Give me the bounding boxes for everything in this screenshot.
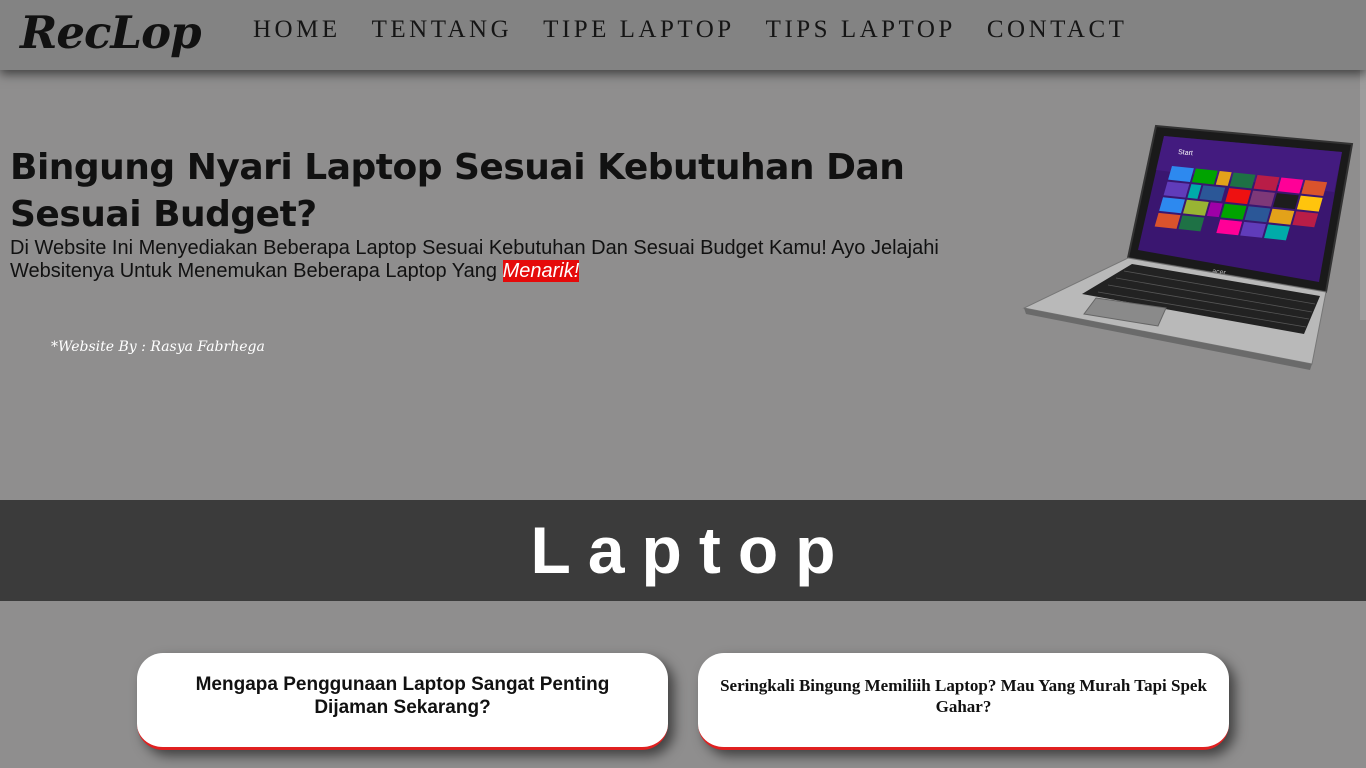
- nav-menu: HOME TENTANG TIPE LAPTOP TIPS LAPTOP CON…: [253, 16, 1158, 44]
- nav-home[interactable]: HOME: [253, 16, 341, 44]
- hero-description: Di Website Ini Menyediakan Beberapa Lapt…: [10, 237, 970, 283]
- nav-contact[interactable]: CONTACT: [987, 16, 1128, 44]
- article-card[interactable]: Mengapa Penggunaan Laptop Sangat Penting…: [137, 653, 668, 750]
- article-card-title: Mengapa Penggunaan Laptop Sangat Penting…: [195, 674, 610, 718]
- svg-text:Start: Start: [1178, 149, 1193, 157]
- section-band: Laptop: [0, 500, 1366, 601]
- navbar: RecLop HOME TENTANG TIPE LAPTOP TIPS LAP…: [0, 0, 1366, 70]
- nav-tips-laptop[interactable]: TIPS LAPTOP: [766, 16, 956, 44]
- hero-highlight: Menarik!: [502, 260, 580, 282]
- nav-tentang[interactable]: TENTANG: [372, 16, 513, 44]
- scrollbar[interactable]: [1360, 70, 1366, 320]
- laptop-image: Start acer: [1022, 124, 1354, 370]
- article-card-title: Seringkali Bingung Memiliih Laptop? Mau …: [720, 676, 1207, 716]
- article-card[interactable]: Seringkali Bingung Memiliih Laptop? Mau …: [698, 653, 1229, 750]
- nav-tipe-laptop[interactable]: TIPE LAPTOP: [543, 16, 735, 44]
- hero-description-text: Di Website Ini Menyediakan Beberapa Lapt…: [10, 237, 939, 282]
- site-logo[interactable]: RecLop: [20, 6, 202, 59]
- hero-title: Bingung Nyari Laptop Sesuai Kebutuhan Da…: [10, 147, 905, 235]
- website-credit: *Website By : Rasya Fabrhega: [51, 339, 265, 355]
- section-title: Laptop: [530, 513, 853, 587]
